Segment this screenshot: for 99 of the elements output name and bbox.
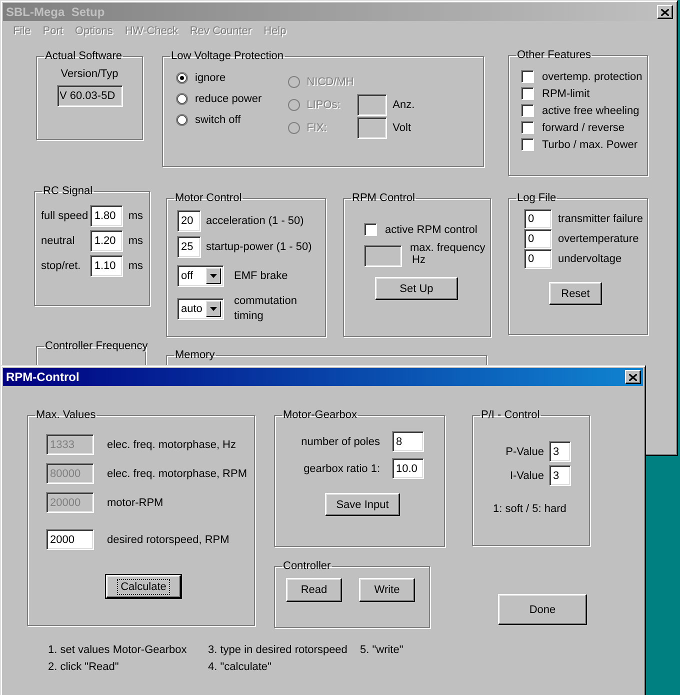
dropdown[interactable]: auto xyxy=(177,298,224,320)
input-field[interactable]: 8 xyxy=(392,431,424,452)
field-label: gearbox ratio 1: xyxy=(304,462,380,474)
window-title: SBL-Mega Setup xyxy=(6,5,105,19)
instruction-text: 5. "write" xyxy=(360,643,404,658)
input-field[interactable]: 1.10 xyxy=(90,255,124,277)
dropdown[interactable]: off xyxy=(177,265,224,287)
group-title: Actual Software xyxy=(44,50,124,62)
input-field[interactable]: 1.20 xyxy=(90,230,124,252)
controller-button[interactable]: Write xyxy=(359,578,415,602)
radio-label: ignore xyxy=(195,72,226,84)
radio-label: FIX: xyxy=(306,122,328,134)
checkbox-label: active RPM control xyxy=(385,224,478,236)
instruction-text: 3. type in desired rotorspeed xyxy=(208,643,348,658)
controller-button[interactable]: Read xyxy=(286,578,342,602)
input-field[interactable]: 1.80 xyxy=(90,205,124,227)
unit-label: Anz. xyxy=(392,99,415,111)
field-label: max. frequency xyxy=(410,242,486,254)
checkbox-label: overtemp. protection xyxy=(542,70,642,82)
field-label: P-Value xyxy=(504,446,544,458)
instruction-text: 1. set values Motor-Gearbox xyxy=(48,643,188,658)
field-label: full speed xyxy=(41,210,90,222)
done-button[interactable]: Done xyxy=(498,594,587,625)
caret-icon xyxy=(210,307,217,311)
close-button[interactable] xyxy=(625,370,641,384)
field-label: undervoltage xyxy=(558,253,622,265)
field-label: acceleration (1 - 50) xyxy=(206,215,304,227)
group-title: Max. Values xyxy=(35,409,97,421)
group-title: RC Signal xyxy=(42,185,94,197)
unit-label: Volt xyxy=(392,122,412,134)
group-title: Motor Control xyxy=(174,192,243,204)
field-label: elec. freq. motorphase, Hz xyxy=(107,438,236,450)
checkbox[interactable] xyxy=(364,223,377,236)
unit-label: ms xyxy=(128,235,143,247)
input-field[interactable] xyxy=(356,94,387,116)
version-field[interactable]: V 60.03-5D xyxy=(56,85,122,107)
checkbox-label: RPM-limit xyxy=(542,88,590,100)
checkbox-label: active free wheeling xyxy=(542,104,640,116)
checkbox-label: forward / reverse xyxy=(542,122,625,134)
input-field[interactable]: 2000 xyxy=(46,529,94,550)
radio-label: LIPOs: xyxy=(306,99,342,111)
input-field[interactable]: 20 xyxy=(177,210,201,232)
counter-field[interactable]: 0 xyxy=(524,209,552,229)
unit-label: Hz xyxy=(412,254,426,266)
group-title: Controller Frequency xyxy=(44,340,149,352)
unit-label: ms xyxy=(128,210,143,222)
calculate-button[interactable]: Calculate xyxy=(106,575,181,598)
instruction-text: 4. "calculate" xyxy=(208,660,272,675)
group-title: Log File xyxy=(516,192,558,204)
field-label: motor-RPM xyxy=(107,496,164,508)
group-title: Low Voltage Protection xyxy=(170,50,285,62)
group-title: Other Features xyxy=(516,49,592,61)
radio-label: switch off xyxy=(195,114,241,126)
field-label: elec. freq. motorphase, RPM xyxy=(107,468,248,480)
field-label: overtemperature xyxy=(558,233,639,245)
frequency-field[interactable] xyxy=(364,245,402,267)
checkbox[interactable] xyxy=(521,70,534,83)
field-label: Version/Typ xyxy=(60,68,118,80)
field-label: stop/ret. xyxy=(41,260,82,272)
window-title: RPM-Control xyxy=(6,370,80,384)
checkbox[interactable] xyxy=(521,121,534,134)
input-field[interactable]: 3 xyxy=(549,465,571,486)
radio-label: reduce power xyxy=(195,93,262,105)
radio-button[interactable] xyxy=(176,72,188,84)
save-input-button[interactable]: Save Input xyxy=(325,493,400,516)
field-label: number of poles xyxy=(301,436,380,448)
field-label: desired rotorspeed, RPM xyxy=(107,534,230,546)
reset-button[interactable]: Reset xyxy=(549,282,602,305)
counter-field[interactable]: 0 xyxy=(524,249,552,269)
radio-button[interactable] xyxy=(176,93,188,105)
setup-button[interactable]: Set Up xyxy=(375,277,458,300)
unit-label: ms xyxy=(128,260,143,272)
field-label: startup-power (1 - 50) xyxy=(206,241,312,253)
group-title: Motor-Gearbox xyxy=(282,409,358,421)
group-title: RPM Control xyxy=(351,192,416,204)
caret-icon xyxy=(210,274,217,278)
dropdown-label: commutation timing xyxy=(234,294,298,324)
group-title: Controller xyxy=(282,560,332,572)
group-title: Memory xyxy=(174,349,216,361)
input-field[interactable] xyxy=(356,117,387,139)
counter-field[interactable]: 0 xyxy=(524,229,552,249)
input-field[interactable]: 25 xyxy=(177,236,201,258)
dropdown-label: EMF brake xyxy=(234,268,289,284)
checkbox[interactable] xyxy=(521,104,534,117)
field-label: neutral xyxy=(41,235,76,247)
group-title: P/I - Control xyxy=(480,409,541,421)
instruction-text: 2. click "Read" xyxy=(48,660,120,675)
close-icon xyxy=(661,8,669,16)
radio-button[interactable] xyxy=(176,114,188,126)
close-icon xyxy=(629,374,637,380)
checkbox[interactable] xyxy=(521,87,534,100)
input-field[interactable]: 3 xyxy=(549,441,571,462)
checkbox-label: Turbo / max. Power xyxy=(542,138,638,150)
radio-label: NICD/MH xyxy=(306,76,355,88)
field-label: I-Value xyxy=(508,470,544,482)
input-field[interactable]: 10.0 xyxy=(392,458,424,479)
scale-note: 1: soft / 5: hard xyxy=(493,503,568,515)
checkbox[interactable] xyxy=(521,138,534,151)
field-label: transmitter failure xyxy=(558,213,643,225)
